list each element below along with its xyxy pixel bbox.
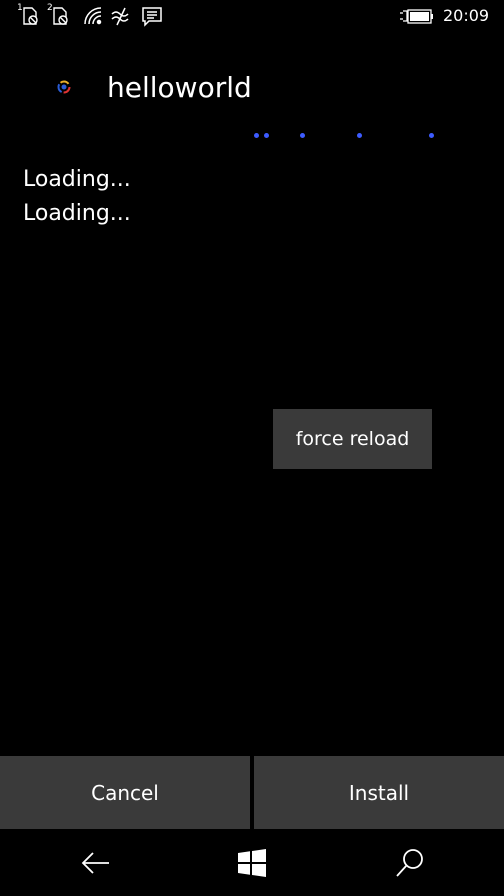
- progress-dot: [357, 133, 362, 138]
- wifi-icon: [82, 5, 104, 27]
- status-time: 20:09: [443, 6, 490, 25]
- mobile-data-icon: [110, 5, 132, 27]
- windows-start-icon[interactable]: [236, 847, 268, 879]
- status-bar: 1 2 20:09: [0, 0, 504, 34]
- sim-2-no-signal-icon: 2: [47, 3, 72, 27]
- sim-1-no-signal-icon: 1: [17, 3, 42, 27]
- progress-dot: [264, 133, 269, 138]
- notification-icon: [141, 5, 163, 27]
- cancel-button[interactable]: Cancel: [0, 756, 250, 829]
- sim-1-label: 1: [17, 3, 23, 13]
- install-button[interactable]: Install: [254, 756, 504, 829]
- progress-dot: [429, 133, 434, 138]
- app-icon: [56, 79, 72, 95]
- back-icon[interactable]: [80, 847, 112, 879]
- search-icon[interactable]: [394, 847, 426, 879]
- action-bar: Cancel Install: [0, 756, 504, 829]
- sim-2-label: 2: [47, 3, 53, 13]
- progress-dot: [300, 133, 305, 138]
- loading-text: Loading...: [23, 167, 131, 192]
- battery-charging-icon: [400, 7, 434, 27]
- navigation-bar: [0, 829, 504, 896]
- app-title: helloworld: [107, 71, 252, 104]
- loading-text: Loading...: [23, 201, 131, 226]
- force-reload-button[interactable]: force reload: [273, 409, 432, 469]
- progress-dot: [254, 133, 259, 138]
